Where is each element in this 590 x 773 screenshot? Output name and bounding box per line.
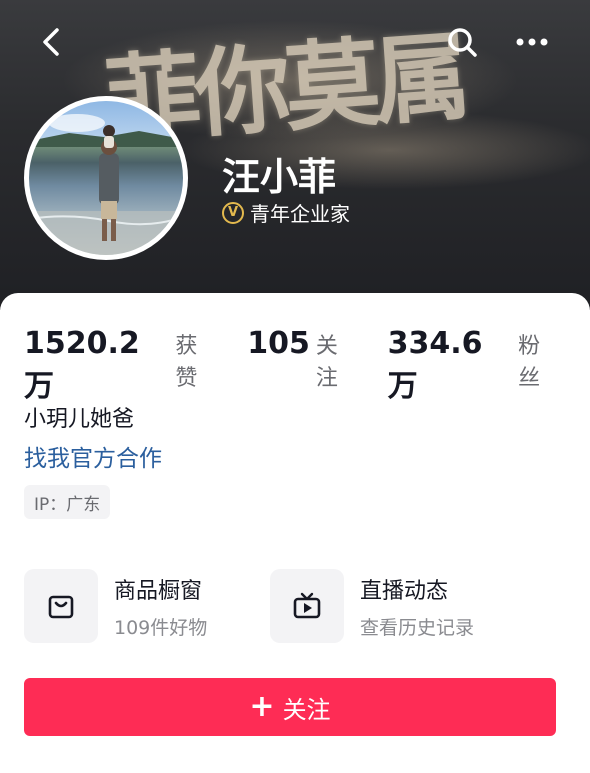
- search-icon: [448, 28, 477, 57]
- stat-following-label: 关注: [315, 334, 338, 391]
- verified-badge: V 青年企业家: [222, 198, 350, 227]
- avatar[interactable]: [24, 96, 188, 260]
- stat-followers[interactable]: 334.6万 粉丝: [388, 326, 562, 405]
- profile-card: 1520.2万 获赞 105 关注 334.6万 粉丝 小玥儿她爸 找我官方合作…: [0, 293, 590, 773]
- avatar-photo: [29, 114, 183, 255]
- user-name: 汪小菲: [222, 155, 337, 199]
- stat-followers-label: 粉丝: [518, 334, 541, 391]
- chevron-left-icon: [43, 28, 59, 56]
- search-button[interactable]: [440, 20, 484, 64]
- shop-window-icon-box: [24, 569, 98, 643]
- plus-icon: +: [249, 689, 275, 724]
- stat-likes-value: 1520.2万: [24, 326, 140, 404]
- shop-window-entry[interactable]: 商品橱窗 109件好物: [24, 569, 207, 643]
- cooperation-link[interactable]: 找我官方合作: [24, 439, 162, 473]
- shop-window-subtitle: 109件好物: [114, 616, 208, 639]
- more-button[interactable]: [510, 20, 554, 64]
- verified-v-icon: V: [222, 201, 244, 224]
- live-history-icon-box: [270, 569, 344, 643]
- bio-text: 小玥儿她爸: [24, 407, 135, 432]
- live-history-text: 直播动态 查看历史记录: [360, 573, 474, 640]
- follow-button-label: 关注: [282, 695, 331, 724]
- stats-row: 1520.2万 获赞 105 关注 334.6万 粉丝: [24, 326, 590, 405]
- more-dots-icon: [516, 38, 548, 46]
- stat-followers-value: 334.6万: [387, 326, 483, 404]
- shop-window-title: 商品橱窗: [114, 578, 203, 604]
- shop-window-text: 商品橱窗 109件好物: [114, 573, 207, 640]
- profile-header: 菲你莫属 汪小菲 V 青年企业家: [0, 0, 590, 310]
- live-history-subtitle: 查看历史记录: [360, 616, 475, 639]
- badge-text: 青年企业家: [250, 202, 350, 226]
- tv-live-icon: [293, 592, 321, 619]
- stat-following-value: 105: [247, 326, 310, 361]
- follow-button[interactable]: + 关注: [24, 678, 556, 736]
- live-history-entry[interactable]: 直播动态 查看历史记录: [270, 569, 474, 643]
- stat-likes-label: 获赞: [175, 334, 198, 391]
- back-button[interactable]: [30, 20, 74, 64]
- stat-following[interactable]: 105 关注: [247, 326, 359, 392]
- ip-location-tag: IP：广东: [24, 485, 111, 519]
- shopping-bag-icon: [48, 595, 74, 619]
- live-history-title: 直播动态: [360, 578, 449, 604]
- stat-likes[interactable]: 1520.2万 获赞: [24, 326, 219, 405]
